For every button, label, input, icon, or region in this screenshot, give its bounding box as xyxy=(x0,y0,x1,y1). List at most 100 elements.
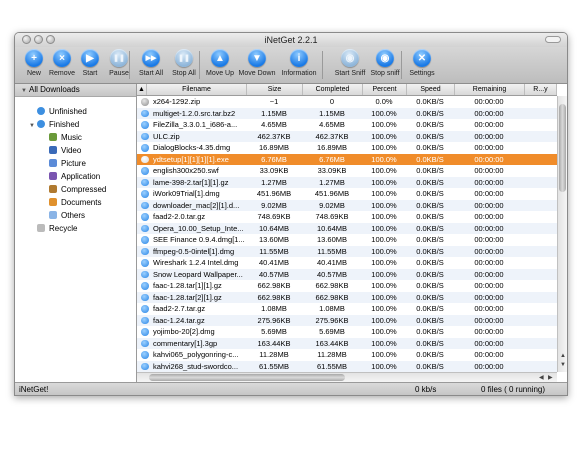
stop-sniff-button[interactable]: ◉ Stop sniff xyxy=(365,49,405,81)
horizontal-scroll-thumb[interactable] xyxy=(149,374,345,381)
sidebar-item-others[interactable]: Others xyxy=(49,210,85,222)
finished-status-icon xyxy=(141,190,149,198)
stop-all-button[interactable]: ❚❚ Stop All xyxy=(169,49,199,81)
table-row[interactable]: ULC.zip 462.37KB 462.37KB 100.0% 0.0KB/S 00:0… xyxy=(137,130,557,142)
table-row[interactable]: Opera_10.00_Setup_Inte... 10.64MB 10.64MB 1… xyxy=(137,222,557,234)
table-row[interactable]: faac-1.28.tar[1][1].gz 662.98KB 662.98KB 10… xyxy=(137,280,557,292)
close-window-button[interactable] xyxy=(22,35,31,44)
table-row[interactable]: downloader_mac[2][1].d... 9.02MB 9.02MB 100… xyxy=(137,199,557,211)
table-row[interactable]: iWork09Trial[1].dmg 451.96MB 451.96MB 100.0… xyxy=(137,188,557,200)
table-row[interactable]: DialogBlocks-4.35.dmg 16.89MB 16.89MB 100.0… xyxy=(137,142,557,154)
stop-sniff-icon: ◉ xyxy=(376,49,394,67)
column-header-retry[interactable]: R...y xyxy=(525,84,557,95)
remove-button[interactable]: × Remove xyxy=(47,49,77,81)
cell-done: 462.37KB xyxy=(315,131,349,141)
start-sniff-button[interactable]: ◉ Start Sniff xyxy=(330,49,370,81)
cell-done: 13.60MB xyxy=(316,235,348,244)
column-header-completed[interactable]: Completed xyxy=(303,84,363,95)
finished-status-icon xyxy=(141,351,149,359)
table-row[interactable]: ydtsetup[1][1][1][1].exe 6.76MB 6.76MB 100.… xyxy=(137,153,557,165)
vertical-scrollbar[interactable]: ▲ ▼ xyxy=(557,96,567,372)
cell-done: 6.76MB xyxy=(319,154,345,164)
cell-pct: 100.0% xyxy=(371,131,397,141)
sidebar-item-application[interactable]: Application xyxy=(49,171,100,183)
scroll-up-arrow-icon[interactable]: ▲ xyxy=(560,353,566,359)
start-all-button[interactable]: ▶▶ Start All xyxy=(136,49,166,81)
sidebar-item-compressed[interactable]: Compressed xyxy=(49,184,106,196)
table-row[interactable]: commentary[1].3gp 163.44KB 163.44KB 100.0% 0… xyxy=(137,337,557,349)
sidebar-item-finished[interactable]: ▼ Finished xyxy=(29,119,79,131)
music-icon xyxy=(49,133,57,141)
toolbar-toggle-button[interactable] xyxy=(545,36,561,43)
settings-button[interactable]: ✕ Settings xyxy=(407,49,437,81)
table-row[interactable]: lame-398-2.tar[1][1].gz 1.27MB 1.27MB 100.0… xyxy=(137,176,557,188)
cell-speed: 0.0KB/S xyxy=(416,246,444,256)
scroll-down-arrow-icon[interactable]: ▼ xyxy=(560,362,566,368)
table-row[interactable]: ffmpeg-0.5-0intel[1].dmg 11.55MB 11.55MB 10… xyxy=(137,245,557,257)
sidebar-item-picture[interactable]: Picture xyxy=(49,158,86,170)
finished-status-icon xyxy=(141,259,149,267)
table-row[interactable]: faad2-2.7.tar.gz 1.08MB 1.08MB 100.0% 0.0KB/… xyxy=(137,303,557,315)
sidebar-item-all-downloads[interactable]: ▼ All Downloads xyxy=(15,84,136,97)
scroll-right-arrow-icon[interactable]: ▶ xyxy=(548,374,553,381)
cell-pct: 100.0% xyxy=(371,108,397,118)
table-row[interactable]: FileZilla_3.3.0.1_i686-a... 4.65MB 4.65MB 1… xyxy=(137,119,557,131)
cell-name: lame-398-2.tar[1][1].gz xyxy=(153,177,229,187)
sidebar-item-recycle[interactable]: Recycle xyxy=(37,223,77,235)
table-row[interactable]: english300x250.swf 33.09KB 33.09KB 100.0% 0.… xyxy=(137,165,557,177)
table-row[interactable]: Snow Leopard Wallpaper... 40.57MB 40.57MB 1… xyxy=(137,268,557,280)
table-row[interactable]: faac-1.28.tar[2][1].gz 662.98KB 662.98KB 10… xyxy=(137,291,557,303)
sidebar-item-unfinished[interactable]: Unfinished xyxy=(37,106,87,118)
table-row[interactable]: faac-1.24.tar.gz 275.96KB 275.96KB 100.0% 0.… xyxy=(137,314,557,326)
table-row[interactable]: kahvi065_polygonring-c... 11.28MB 11.28MB 1… xyxy=(137,349,557,361)
minimize-window-button[interactable] xyxy=(34,35,43,44)
cell-size: 6.76MB xyxy=(261,154,287,164)
pause-icon: ❚❚ xyxy=(110,49,128,67)
cell-pct: 100.0% xyxy=(371,246,397,256)
cell-rem: 00:00:00 xyxy=(474,246,504,256)
column-header-remaining[interactable]: Remaining xyxy=(455,84,525,95)
cell-done: 275.96KB xyxy=(315,315,349,325)
column-header-percent[interactable]: Percent xyxy=(363,84,407,95)
table-row[interactable]: SEE Finance 0.9.4.dmg[1... 13.60MB 13.60MB… xyxy=(137,234,557,246)
cell-pct: 100.0% xyxy=(371,258,397,267)
cell-size: 4.65MB xyxy=(261,120,287,129)
column-header-size[interactable]: Size xyxy=(247,84,303,95)
finished-status-icon xyxy=(141,362,149,370)
table-row[interactable]: faad2-2.0.tar.gz 748.69KB 748.69KB 100.0% 0.… xyxy=(137,211,557,223)
sidebar-item-music[interactable]: Music xyxy=(49,132,82,144)
table-row[interactable]: multiget-1.2.0.src.tar.bz2 1.15MB 1.15MB 10… xyxy=(137,107,557,119)
cell-name: Wireshark 1.2.4 Intel.dmg xyxy=(153,258,239,267)
pause-status-icon xyxy=(141,98,149,106)
table-row[interactable]: yojimbo-20[2].dmg 5.69MB 5.69MB 100.0% 0.0KB… xyxy=(137,326,557,338)
move-down-button[interactable]: ▼ Move Down xyxy=(237,49,277,81)
cell-size: ~1 xyxy=(269,97,279,106)
start-button[interactable]: ▶ Start xyxy=(75,49,105,81)
list-rows: x264-1292.zip ~1 0 0.0% 0.0KB/S 00:00:00 multi… xyxy=(137,96,557,372)
new-button[interactable]: + New xyxy=(19,49,49,81)
finished-status-icon xyxy=(141,236,149,244)
sidebar-item-video[interactable]: Video xyxy=(49,145,81,157)
information-button[interactable]: i Information xyxy=(279,49,319,81)
column-header-filename[interactable]: Filename xyxy=(147,84,247,95)
sidebar-item-documents[interactable]: Documents xyxy=(49,197,101,209)
scroll-left-arrow-icon[interactable]: ◀ xyxy=(539,374,544,381)
cell-rem: 00:00:00 xyxy=(474,131,504,141)
column-header-speed[interactable]: Speed xyxy=(407,84,455,95)
table-row[interactable]: x264-1292.zip ~1 0 0.0% 0.0KB/S 00:00:00 xyxy=(137,96,557,108)
sort-icon[interactable]: ▲ xyxy=(137,84,147,95)
table-row[interactable]: kahvi268_stud-swordco... 61.55MB 61.55MB 10… xyxy=(137,360,557,372)
globe-icon xyxy=(37,107,45,115)
cell-done: 11.55MB xyxy=(317,246,347,256)
zoom-window-button[interactable] xyxy=(46,35,55,44)
application-icon xyxy=(49,172,57,180)
table-row[interactable]: Wireshark 1.2.4 Intel.dmg 40.41MB 40.41MB 1… xyxy=(137,257,557,269)
cell-size: 13.60MB xyxy=(258,235,290,244)
cell-rem: 00:00:00 xyxy=(474,120,504,129)
vertical-scroll-thumb[interactable] xyxy=(559,104,566,192)
move-up-label: Move Up xyxy=(205,70,234,77)
cell-rem: 00:00:00 xyxy=(474,258,504,267)
cell-name: ULC.zip xyxy=(153,131,180,141)
move-up-button[interactable]: ▲ Move Up xyxy=(205,49,235,81)
cell-done: 163.44KB xyxy=(315,338,349,348)
